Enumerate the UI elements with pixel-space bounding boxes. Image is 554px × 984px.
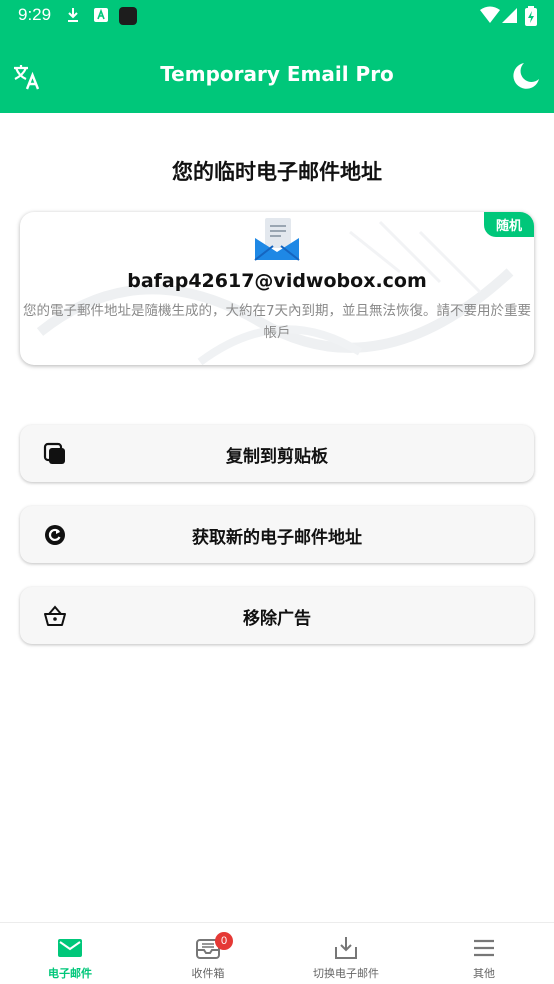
inbox-count-badge: 0 — [215, 932, 233, 950]
download-tray-icon — [335, 937, 357, 959]
copy-to-clipboard-button[interactable]: 复制到剪贴板 — [20, 425, 534, 482]
tab-other[interactable]: 其他 — [415, 923, 553, 984]
email-expiry-note: 您的電子郵件地址是隨機生成的，大約在7天內到期，並且無法恢復。請不要用於重要帳戶 — [22, 303, 532, 341]
tab-switch-email-label: 切换电子邮件 — [313, 967, 379, 980]
page-title: 您的临时电子邮件地址 — [172, 160, 382, 184]
signal-icon — [502, 8, 517, 23]
battery-icon — [525, 6, 537, 26]
app-bar: Temporary Email Pro — [0, 32, 554, 113]
new-address-label: 获取新的电子邮件地址 — [192, 528, 362, 548]
tab-inbox-label: 收件箱 — [191, 967, 225, 980]
random-badge: 随机 — [483, 212, 534, 237]
download-icon — [68, 8, 78, 22]
tab-inbox[interactable]: 0 收件箱 — [139, 923, 277, 984]
remove-ads-label: 移除广告 — [243, 609, 311, 629]
tab-email[interactable]: 电子邮件 — [1, 923, 139, 984]
new-email-address-button[interactable]: 获取新的电子邮件地址 — [20, 506, 534, 563]
app-square-icon — [119, 7, 137, 25]
app-title: Temporary Email Pro — [160, 62, 394, 86]
tab-email-label: 电子邮件 — [48, 967, 92, 980]
email-card: 随机 bafap42617@vidwobox.com 您的電子郵件地址是隨機生成… — [20, 212, 534, 365]
text-a-icon — [94, 8, 108, 22]
envelope-open-icon — [254, 218, 300, 261]
mail-icon — [58, 939, 82, 957]
email-address[interactable]: bafap42617@vidwobox.com — [20, 270, 534, 292]
moon-icon[interactable] — [510, 60, 542, 92]
tab-other-label: 其他 — [473, 967, 495, 980]
menu-icon — [474, 939, 494, 957]
remove-ads-button[interactable]: 移除广告 — [20, 587, 534, 644]
copy-label: 复制到剪贴板 — [226, 447, 328, 467]
status-bar: 9:29 — [0, 0, 554, 32]
wifi-icon — [480, 6, 500, 23]
bottom-navigation: 电子邮件 0 收件箱 切换电子邮件 其他 — [0, 922, 554, 984]
status-time: 9:29 — [18, 5, 52, 24]
tab-switch-email[interactable]: 切换电子邮件 — [277, 923, 415, 984]
